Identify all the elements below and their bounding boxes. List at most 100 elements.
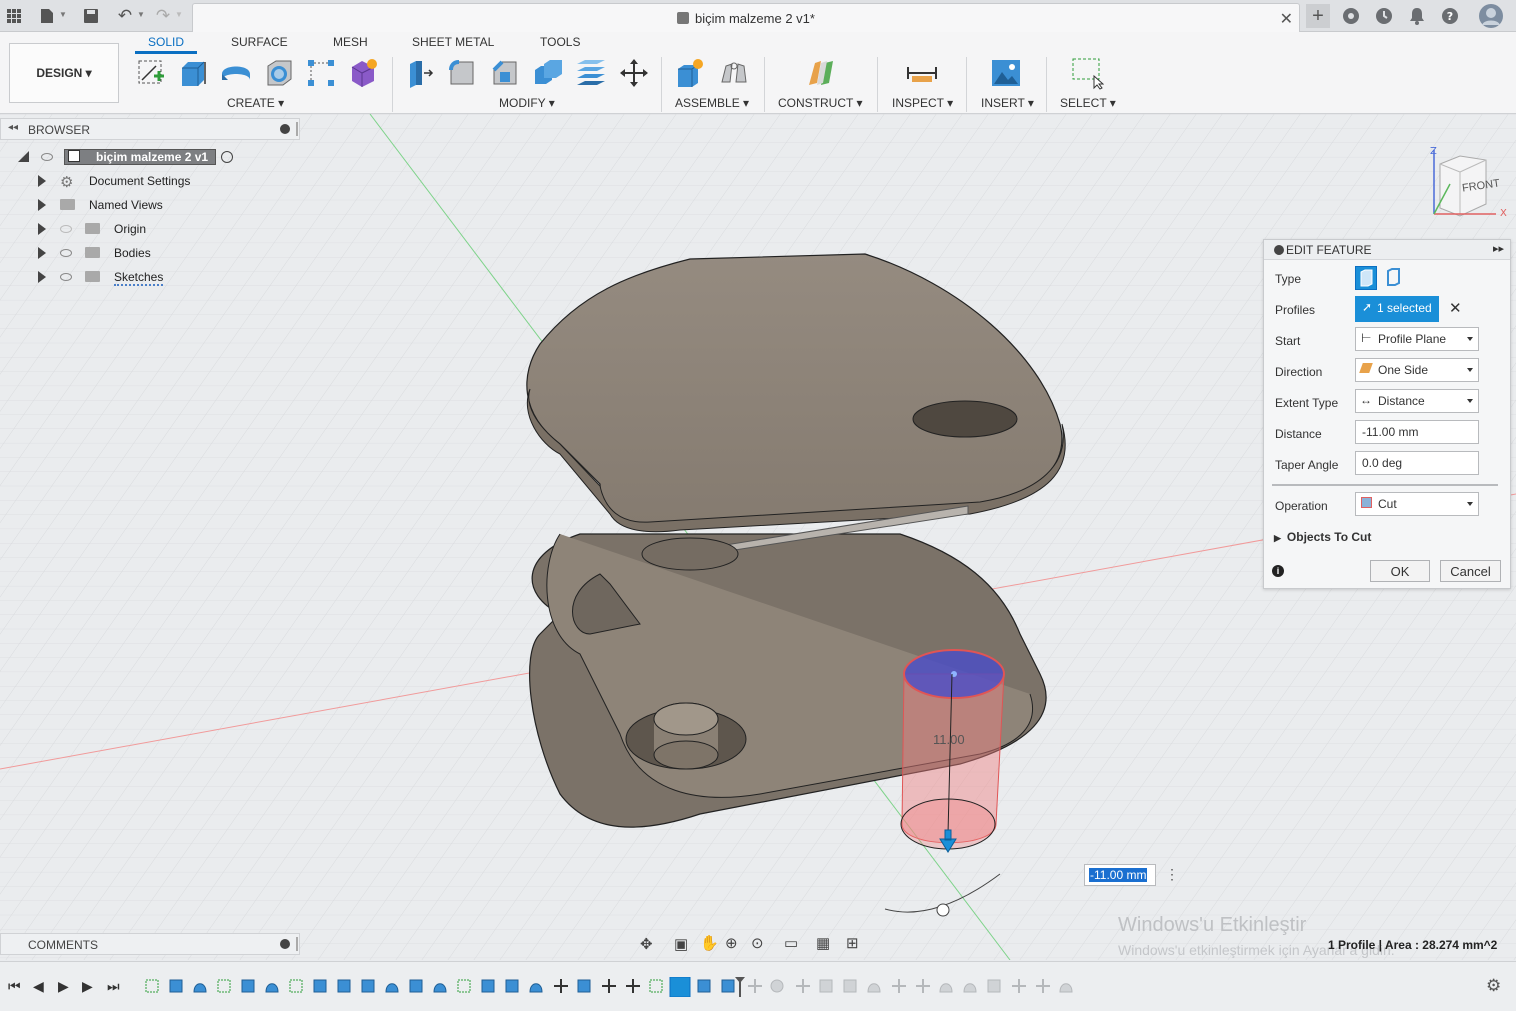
distance-manipulator-input[interactable]: -11.00 mm <box>1084 864 1156 886</box>
grid-settings-icon[interactable]: ▦ <box>816 934 830 952</box>
step-forward-icon[interactable]: ▶ <box>82 978 93 995</box>
workspace-design-button[interactable]: DESIGN ▾ <box>9 43 119 103</box>
distance-input[interactable]: -11.00 mm <box>1355 420 1479 444</box>
operation-select[interactable]: Cut <box>1355 492 1479 516</box>
extensions-icon[interactable] <box>1340 5 1362 27</box>
undo-caret-icon[interactable]: ▼ <box>137 10 145 19</box>
revolve-icon[interactable] <box>219 56 253 90</box>
app-grid-icon[interactable] <box>3 5 25 27</box>
pan-icon[interactable]: ✋ <box>700 934 719 952</box>
expand-icon[interactable] <box>38 175 46 187</box>
browser-item-sketches[interactable]: Sketches <box>0 266 300 288</box>
profiles-selection-button[interactable]: ➚ 1 selected <box>1355 296 1439 322</box>
offset-plane-icon[interactable] <box>804 56 838 90</box>
orbit-icon[interactable]: ✥ <box>640 935 653 953</box>
tab-surface[interactable]: SURFACE <box>231 35 288 49</box>
save-icon[interactable] <box>80 5 102 27</box>
display-settings-icon[interactable]: ▭ <box>784 934 798 952</box>
type-thin-extrude-icon[interactable] <box>1383 266 1405 290</box>
viewports-icon[interactable]: ⊞ <box>846 934 859 952</box>
hidden-eye-icon[interactable] <box>60 225 72 233</box>
document-tab[interactable]: biçim malzeme 2 v1* ✕ <box>192 3 1300 32</box>
move-copy-icon[interactable] <box>617 56 651 90</box>
file-menu-caret-icon[interactable]: ▼ <box>59 10 67 19</box>
timeline-settings-gear-icon[interactable]: ⚙ <box>1486 976 1501 996</box>
look-at-icon[interactable]: ▣ <box>674 935 688 953</box>
add-comment-icon[interactable] <box>280 939 290 949</box>
browser-item-named-views[interactable]: Named Views <box>0 194 300 216</box>
pin-browser-icon[interactable] <box>280 124 290 134</box>
assemble-menu[interactable]: ASSEMBLE ▾ <box>675 96 749 110</box>
insert-image-icon[interactable] <box>989 56 1023 90</box>
fillet-icon[interactable] <box>445 56 479 90</box>
expand-icon[interactable] <box>38 199 46 211</box>
create-form-icon[interactable] <box>347 56 381 90</box>
press-pull-icon[interactable] <box>402 56 436 90</box>
tab-solid[interactable]: SOLID <box>148 35 184 49</box>
extrude-icon[interactable] <box>176 56 210 90</box>
direction-select[interactable]: One Side <box>1355 358 1479 382</box>
job-status-icon[interactable] <box>1373 5 1395 27</box>
collapse-dialog-icon[interactable] <box>1274 245 1284 255</box>
tab-mesh[interactable]: MESH <box>333 35 368 49</box>
pattern-icon[interactable] <box>304 56 338 90</box>
shell-icon[interactable] <box>262 56 296 90</box>
browser-root-row[interactable]: biçim malzeme 2 v1 <box>0 146 300 168</box>
start-select[interactable]: ⊢ Profile Plane <box>1355 327 1479 351</box>
fit-icon[interactable]: ⊙ <box>751 934 764 952</box>
browser-item-origin[interactable]: Origin <box>0 218 300 240</box>
new-tab-icon[interactable]: + <box>1306 4 1330 28</box>
notifications-icon[interactable] <box>1406 5 1428 27</box>
objects-to-cut-row[interactable]: ▶ Objects To Cut <box>1274 530 1371 544</box>
visibility-eye-icon[interactable] <box>60 273 72 281</box>
redo-icon[interactable]: ↷ <box>152 5 174 27</box>
joint-icon[interactable] <box>717 56 751 90</box>
file-menu-icon[interactable] <box>36 5 58 27</box>
construct-menu[interactable]: CONSTRUCT ▾ <box>778 96 862 110</box>
window-select-icon[interactable] <box>1070 56 1104 90</box>
comments-resize-handle[interactable] <box>296 937 298 951</box>
timeline-track[interactable] <box>144 976 1074 998</box>
visibility-eye-icon[interactable] <box>41 153 53 161</box>
expand-icon[interactable] <box>38 271 46 283</box>
more-options-icon[interactable]: ⋮ <box>1165 866 1179 883</box>
modify-menu[interactable]: MODIFY ▾ <box>499 96 555 110</box>
combine-icon[interactable] <box>531 56 565 90</box>
step-back-icon[interactable]: ◀ <box>33 978 44 995</box>
user-avatar[interactable] <box>1478 3 1504 29</box>
comments-panel[interactable]: COMMENTS <box>0 933 300 955</box>
expand-icon[interactable] <box>38 223 46 235</box>
create-sketch-icon[interactable] <box>134 56 168 90</box>
new-component-icon[interactable] <box>673 56 707 90</box>
browser-resize-handle[interactable] <box>296 122 298 136</box>
go-to-end-icon[interactable]: ⏭ <box>107 978 120 995</box>
zoom-icon[interactable]: ⊕ <box>725 934 738 952</box>
info-icon[interactable]: i <box>1272 565 1284 577</box>
close-tab-icon[interactable]: ✕ <box>1280 9 1293 29</box>
help-icon[interactable]: ? <box>1439 5 1461 27</box>
insert-menu[interactable]: INSERT ▾ <box>981 96 1034 110</box>
go-to-start-icon[interactable]: ⏮ <box>8 978 21 995</box>
inspect-menu[interactable]: INSPECT ▾ <box>892 96 953 110</box>
visibility-eye-icon[interactable] <box>60 249 72 257</box>
type-solid-extrude-icon[interactable] <box>1355 266 1377 290</box>
create-menu[interactable]: CREATE ▾ <box>227 96 284 110</box>
collapse-root-icon[interactable] <box>18 151 29 162</box>
select-menu[interactable]: SELECT ▾ <box>1060 96 1116 110</box>
dialog-header[interactable]: EDIT FEATURE ▸▸ <box>1264 240 1510 260</box>
ok-button[interactable]: OK <box>1370 560 1430 582</box>
activate-radio-icon[interactable] <box>221 151 233 163</box>
measure-icon[interactable] <box>905 56 939 90</box>
collapse-browser-icon[interactable]: ◂◂ <box>8 122 18 133</box>
taper-angle-input[interactable]: 0.0 deg <box>1355 451 1479 475</box>
cancel-button[interactable]: Cancel <box>1440 560 1501 582</box>
redo-caret-icon[interactable]: ▼ <box>175 10 183 19</box>
expand-icon[interactable] <box>38 247 46 259</box>
browser-item-bodies[interactable]: Bodies <box>0 242 300 264</box>
tab-sheet-metal[interactable]: SHEET METAL <box>412 35 494 49</box>
extent-type-select[interactable]: ↔ Distance <box>1355 389 1479 413</box>
play-icon[interactable]: ▶ <box>58 978 69 995</box>
browser-item-document-settings[interactable]: ⚙ Document Settings <box>0 170 300 192</box>
chamfer-icon[interactable] <box>488 56 522 90</box>
offset-face-icon[interactable] <box>574 56 608 90</box>
